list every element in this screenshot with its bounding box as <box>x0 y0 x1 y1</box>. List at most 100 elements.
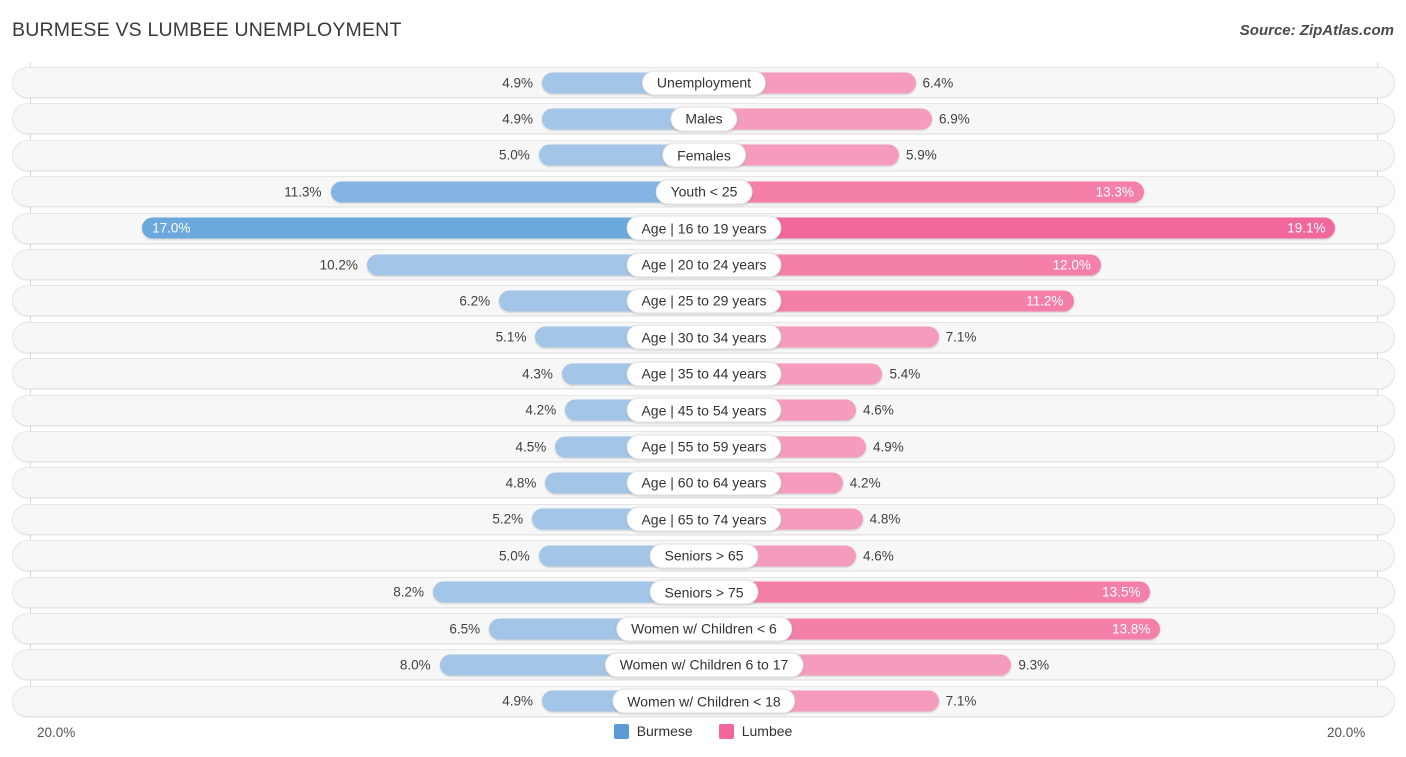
bar-burmese <box>330 181 704 203</box>
value-label-burmese: 6.2% <box>459 293 491 309</box>
value-label-burmese: 4.9% <box>502 111 534 127</box>
value-label-lumbee: 19.1% <box>1287 220 1326 236</box>
value-label-lumbee: 4.6% <box>863 402 894 418</box>
legend-item[interactable]: Lumbee <box>718 723 793 739</box>
value-label-lumbee: 9.3% <box>1018 657 1050 673</box>
category-label: Women w/ Children < 18 <box>612 688 796 714</box>
category-label: Age | 65 to 74 years <box>626 506 782 532</box>
chart-root: BURMESE VS LUMBEE UNEMPLOYMENT Source: Z… <box>0 0 1406 757</box>
table-row: 6.2% 11.2% Age | 25 to 29 years <box>12 285 1395 317</box>
category-label: Age | 35 to 44 years <box>626 361 782 387</box>
table-row: 4.3% 5.4% Age | 35 to 44 years <box>12 358 1395 390</box>
value-label-lumbee: 5.9% <box>905 147 937 163</box>
table-row: 4.2% 4.6% Age | 45 to 54 years <box>12 394 1395 426</box>
table-row: 17.0% 19.1% Age | 16 to 19 years <box>12 212 1395 244</box>
table-row: 8.2% 13.5% Seniors > 75 <box>12 576 1395 608</box>
value-label-burmese: 11.3% <box>284 183 322 199</box>
page-title: BURMESE VS LUMBEE UNEMPLOYMENT <box>12 19 402 41</box>
row-inner: 8.2% 13.5% Seniors > 75 <box>13 578 1394 607</box>
value-label-lumbee: 6.4% <box>922 74 954 90</box>
table-row: 10.2% 12.0% Age | 20 to 24 years <box>12 249 1395 280</box>
legend: Burmese Lumbee <box>0 723 1406 739</box>
value-label-burmese: 8.0% <box>399 657 431 673</box>
table-row: 5.2% 4.8% Age | 65 to 74 years <box>12 503 1395 535</box>
value-label-lumbee: 7.1% <box>945 693 977 709</box>
value-label-lumbee: 4.2% <box>849 475 881 491</box>
value-label-burmese: 6.5% <box>449 620 481 636</box>
row-inner: 6.2% 11.2% Age | 25 to 29 years <box>13 286 1394 315</box>
value-label-burmese: 4.8% <box>505 475 537 491</box>
category-label: Unemployment <box>641 70 767 95</box>
table-row: 4.9% 6.4% Unemployment <box>12 67 1395 98</box>
row-inner: 4.5% 4.9% Age | 55 to 59 years <box>13 432 1394 461</box>
table-row: 6.5% 13.8% Women w/ Children < 6 <box>12 613 1395 644</box>
category-label: Males <box>670 106 738 132</box>
value-label-burmese: 5.0% <box>498 147 530 163</box>
row-inner: 17.0% 19.1% Age | 16 to 19 years <box>13 214 1394 243</box>
row-inner: 4.3% 5.4% Age | 35 to 44 years <box>13 359 1394 388</box>
row-inner: 10.2% 12.0% Age | 20 to 24 years <box>13 250 1394 279</box>
value-label-burmese: 8.2% <box>393 584 424 600</box>
value-label-lumbee: 12.0% <box>1052 256 1091 272</box>
source-attribution: Source: ZipAtlas.com <box>1239 22 1394 39</box>
plot-area: 4.9% 6.4% Unemployment 4.9% 6.9% Males 5.0% 5.9… <box>0 62 1406 717</box>
value-label-burmese: 4.5% <box>515 438 547 454</box>
category-label: Age | 60 to 64 years <box>626 470 782 496</box>
category-label: Age | 16 to 19 years <box>626 215 782 241</box>
table-row: 4.8% 4.2% Age | 60 to 64 years <box>12 467 1395 499</box>
table-row: 4.5% 4.9% Age | 55 to 59 years <box>12 431 1395 462</box>
value-label-burmese: 5.0% <box>498 547 530 563</box>
category-label: Age | 30 to 34 years <box>626 324 782 350</box>
row-inner: 8.0% 9.3% Women w/ Children 6 to 17 <box>13 650 1394 679</box>
table-row: 4.9% 6.9% Males <box>12 103 1395 135</box>
value-label-lumbee: 11.2% <box>1026 293 1064 309</box>
row-inner: 5.0% 4.6% Seniors > 65 <box>13 541 1394 570</box>
row-inner: 6.5% 13.8% Women w/ Children < 6 <box>13 614 1394 643</box>
category-label: Youth < 25 <box>655 179 753 205</box>
value-label-lumbee: 13.8% <box>1112 620 1151 636</box>
legend-label: Burmese <box>636 723 693 739</box>
value-label-lumbee: 4.6% <box>863 547 894 563</box>
table-row: 5.1% 7.1% Age | 30 to 34 years <box>12 321 1395 353</box>
category-label: Females <box>662 142 746 168</box>
legend-label: Lumbee <box>741 723 793 739</box>
row-inner: 4.9% 6.9% Males <box>13 104 1394 133</box>
value-label-burmese: 10.2% <box>319 256 358 272</box>
value-label-burmese: 4.9% <box>502 74 534 90</box>
category-label: Age | 25 to 29 years <box>626 288 782 314</box>
value-label-burmese: 4.9% <box>502 693 534 709</box>
legend-swatch-icon <box>718 723 734 739</box>
category-label: Age | 45 to 54 years <box>626 397 782 423</box>
bar-lumbee <box>704 581 1151 603</box>
table-row: 11.3% 13.3% Youth < 25 <box>12 176 1395 208</box>
value-label-burmese: 17.0% <box>152 220 191 236</box>
category-label: Seniors > 65 <box>649 543 759 569</box>
row-inner: 4.8% 4.2% Age | 60 to 64 years <box>13 468 1394 497</box>
row-inner: 11.3% 13.3% Youth < 25 <box>13 177 1394 206</box>
row-inner: 5.0% 5.9% Females <box>13 141 1394 170</box>
table-row: 8.0% 9.3% Women w/ Children 6 to 17 <box>12 649 1395 681</box>
value-label-burmese: 4.3% <box>522 365 553 381</box>
category-label: Age | 55 to 59 years <box>626 434 782 459</box>
value-label-lumbee: 13.5% <box>1102 584 1141 600</box>
value-label-lumbee: 5.4% <box>889 365 921 381</box>
value-label-lumbee: 6.9% <box>939 111 970 127</box>
value-label-lumbee: 4.9% <box>872 438 904 454</box>
bar-burmese <box>142 217 704 239</box>
category-label: Women w/ Children 6 to 17 <box>604 652 804 678</box>
bar-lumbee <box>704 108 933 130</box>
bar-lumbee <box>704 217 1336 239</box>
row-inner: 5.1% 7.1% Age | 30 to 34 years <box>13 323 1394 352</box>
bar-lumbee <box>704 181 1144 203</box>
table-row: 4.9% 7.1% Women w/ Children < 18 <box>12 685 1395 717</box>
value-label-burmese: 5.1% <box>495 329 527 345</box>
row-inner: 4.2% 4.6% Age | 45 to 54 years <box>13 396 1394 425</box>
value-label-lumbee: 7.1% <box>945 329 977 345</box>
legend-item[interactable]: Burmese <box>613 723 693 739</box>
table-row: 5.0% 4.6% Seniors > 65 <box>12 540 1395 572</box>
category-label: Seniors > 75 <box>649 579 759 605</box>
value-label-lumbee: 4.8% <box>869 511 901 527</box>
table-row: 5.0% 5.9% Females <box>12 139 1395 171</box>
value-label-burmese: 5.2% <box>492 511 524 527</box>
value-label-burmese: 4.2% <box>525 402 557 418</box>
